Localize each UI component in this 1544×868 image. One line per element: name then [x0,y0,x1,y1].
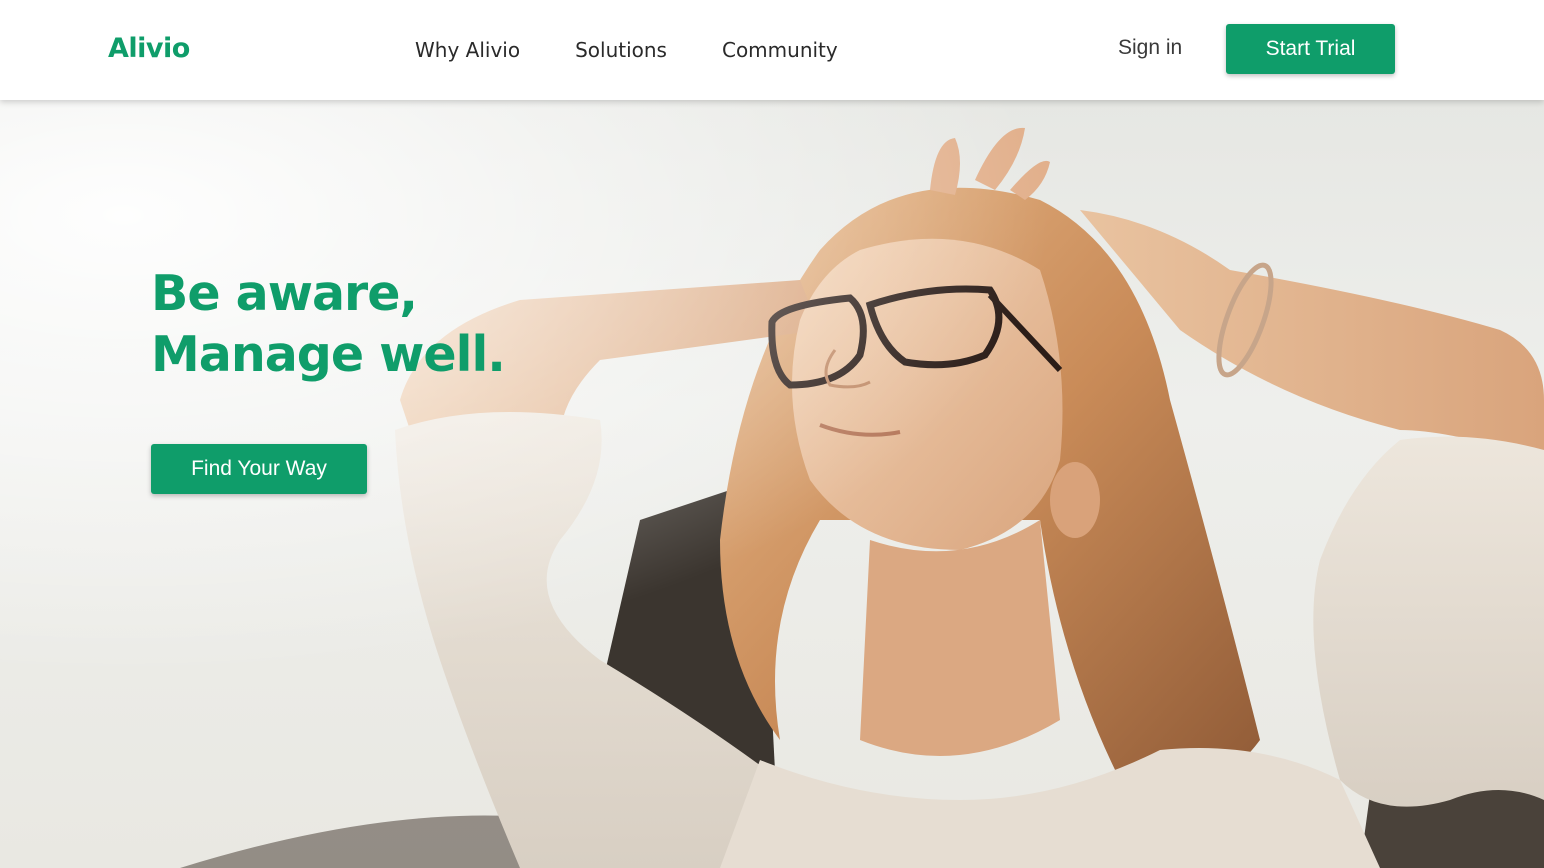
sign-in-link[interactable]: Sign in [1118,36,1182,60]
hero-section: Be aware, Manage well. Find Your Way [0,100,1544,868]
top-navbar: Alivio Why Alivio Solutions Community Si… [0,0,1544,100]
nav-link-why-alivio[interactable]: Why Alivio [415,38,520,62]
start-trial-button[interactable]: Start Trial [1226,24,1395,74]
nav-link-solutions[interactable]: Solutions [575,38,667,62]
main-nav: Why Alivio Solutions Community [415,38,893,62]
nav-link-community[interactable]: Community [722,38,838,62]
hero-headline: Be aware, Manage well. [151,265,506,383]
find-your-way-button[interactable]: Find Your Way [151,444,367,494]
landing-page: Alivio Why Alivio Solutions Community Si… [0,0,1544,868]
brand-logo[interactable]: Alivio [108,33,190,64]
